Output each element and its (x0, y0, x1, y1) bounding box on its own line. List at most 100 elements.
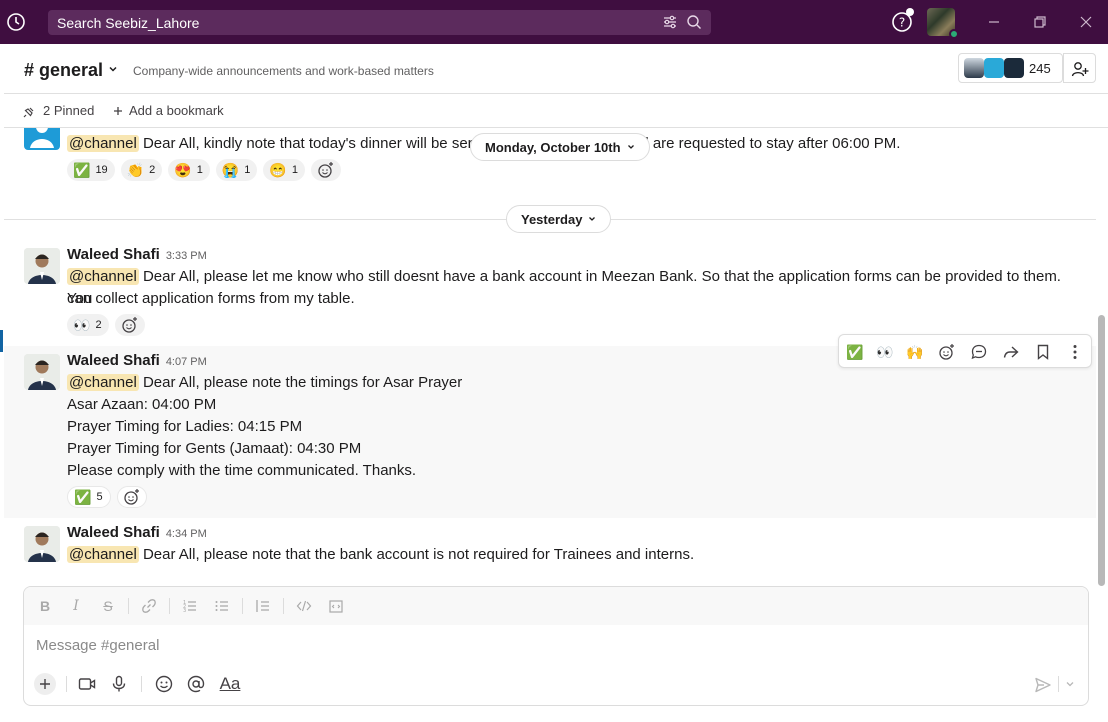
message-input[interactable]: Message #general (36, 637, 159, 654)
timestamp[interactable]: 3:33 PM (166, 250, 207, 262)
microphone-icon (112, 675, 126, 692)
timestamp[interactable]: 4:34 PM (166, 528, 207, 540)
notification-dot (906, 8, 914, 16)
reaction-emoji: ✅ (74, 488, 92, 505)
date-jump-pill[interactable]: Monday, October 10th (470, 133, 650, 161)
channel-mention[interactable]: @channel (67, 135, 139, 152)
video-clip-button[interactable] (77, 674, 97, 694)
plus-icon (114, 107, 122, 115)
profile-photo (24, 526, 60, 562)
save-button[interactable] (1032, 341, 1054, 363)
strikethrough-icon[interactable]: S (100, 598, 116, 614)
pinned-link[interactable]: 2 Pinned (43, 103, 94, 118)
channel-mention[interactable]: @channel (67, 546, 139, 563)
reaction-count: 5 (96, 491, 103, 503)
link-icon[interactable] (141, 598, 157, 614)
yesterday-pill[interactable]: Yesterday (506, 205, 612, 233)
history-icon[interactable] (6, 12, 26, 32)
ordered-list-icon[interactable]: 1 2 3 (182, 598, 198, 614)
toolbar-divider (66, 676, 67, 692)
user-avatar[interactable] (24, 248, 60, 284)
emoji-button[interactable] (154, 674, 174, 694)
blockquote-icon[interactable] (255, 598, 271, 614)
reaction-pill[interactable]: 😭 1 (215, 159, 258, 181)
reaction-emoji: 👏 (126, 161, 145, 178)
reaction-count: 1 (291, 164, 298, 176)
pin-icon (23, 107, 34, 118)
message-composer: B I S 1 2 3 Message #general Aa (23, 586, 1089, 706)
chevron-down-icon[interactable] (108, 64, 118, 74)
channel-header: # general Company-wide announcements and… (4, 44, 1108, 94)
add-person-icon (1071, 62, 1089, 77)
search-icon[interactable] (686, 14, 702, 30)
code-icon[interactable] (296, 598, 312, 614)
reaction-pill[interactable]: 👏 2 (120, 159, 163, 181)
add-reaction-button[interactable] (310, 159, 341, 181)
author-name[interactable]: Waleed Shafi (67, 524, 160, 541)
reaction-pill[interactable]: ✅ 5 (67, 486, 111, 508)
members-button[interactable]: 245 (958, 53, 1063, 83)
timestamp[interactable]: 4:07 PM (166, 356, 207, 368)
quick-react-button[interactable]: ✅ (844, 341, 866, 363)
online-status-dot (949, 29, 959, 39)
reaction-count: 19 (95, 164, 108, 176)
author-name[interactable]: Waleed Shafi (67, 352, 160, 369)
code-block-icon[interactable] (328, 598, 344, 614)
attach-button[interactable] (34, 673, 56, 695)
minimize-icon[interactable] (984, 12, 1004, 32)
reaction-emoji: 😭 (221, 161, 240, 178)
thread-icon (971, 344, 987, 360)
formatting-toggle[interactable]: Aa (218, 674, 242, 694)
bulleted-list-icon[interactable] (214, 598, 230, 614)
svg-text:3: 3 (183, 608, 186, 614)
author-name[interactable]: Waleed Shafi (67, 246, 160, 263)
reaction-emoji: 😁 (269, 161, 287, 178)
italic-icon[interactable]: I (68, 598, 84, 614)
quick-react-button[interactable]: 👀 (874, 341, 896, 363)
user-avatar[interactable] (24, 128, 60, 150)
reply-in-thread-button[interactable] (968, 341, 990, 363)
share-button[interactable] (1000, 341, 1022, 363)
scrollbar-thumb[interactable] (1098, 315, 1105, 586)
reaction-pill[interactable]: 👀 2 (67, 314, 109, 336)
user-avatar[interactable] (24, 526, 60, 562)
quick-react-emoji: ✅ (846, 343, 864, 360)
message-text-line: Prayer Timing for Ladies: 04:15 PM (67, 418, 303, 435)
quick-react-button[interactable]: 🙌 (904, 341, 926, 363)
search-text: Search Seebiz_Lahore (57, 15, 200, 31)
chevron-down-icon (627, 145, 634, 149)
reaction-list: 👀 2 (67, 314, 145, 336)
quick-react-emoji: 👀 (876, 343, 894, 360)
filter-icon[interactable] (662, 14, 678, 30)
channel-topic[interactable]: Company-wide announcements and work-base… (133, 64, 434, 78)
mention-button[interactable] (186, 674, 206, 694)
add-reaction-button[interactable] (114, 314, 145, 336)
chevron-down-icon[interactable] (1065, 679, 1075, 689)
reaction-pill[interactable]: 😍 1 (168, 159, 210, 181)
channel-mention[interactable]: @channel (67, 374, 139, 391)
reaction-pill[interactable]: ✅ 19 (67, 159, 115, 181)
date-label: Yesterday (521, 211, 583, 227)
user-avatar[interactable] (24, 354, 60, 390)
channel-mention[interactable]: @channel (67, 268, 139, 285)
more-actions-button[interactable] (1064, 341, 1086, 363)
message-header: Waleed Shafi 4:07 PM (67, 352, 207, 370)
add-reaction-button[interactable] (116, 486, 147, 508)
send-icon[interactable] (1034, 676, 1052, 694)
smiley-icon (155, 675, 173, 693)
member-avatar (964, 58, 984, 78)
message-body: @channel Dear All, please note the timin… (67, 372, 462, 394)
close-icon[interactable] (1076, 12, 1096, 32)
reaction-pill[interactable]: 😁 1 (263, 159, 305, 181)
search-bar[interactable]: Search Seebiz_Lahore (48, 10, 711, 35)
audio-clip-button[interactable] (109, 674, 129, 694)
add-emoji-icon (318, 162, 333, 178)
channel-name[interactable]: # general (24, 60, 103, 81)
add-member-button[interactable] (1063, 53, 1096, 83)
add-bookmark-button[interactable]: Add a bookmark (129, 103, 224, 118)
reaction-emoji: 😍 (174, 161, 192, 178)
restore-icon[interactable] (1030, 12, 1050, 32)
add-reaction-button[interactable] (936, 341, 958, 363)
bold-icon[interactable]: B (37, 598, 53, 614)
reaction-count: 2 (95, 319, 102, 331)
